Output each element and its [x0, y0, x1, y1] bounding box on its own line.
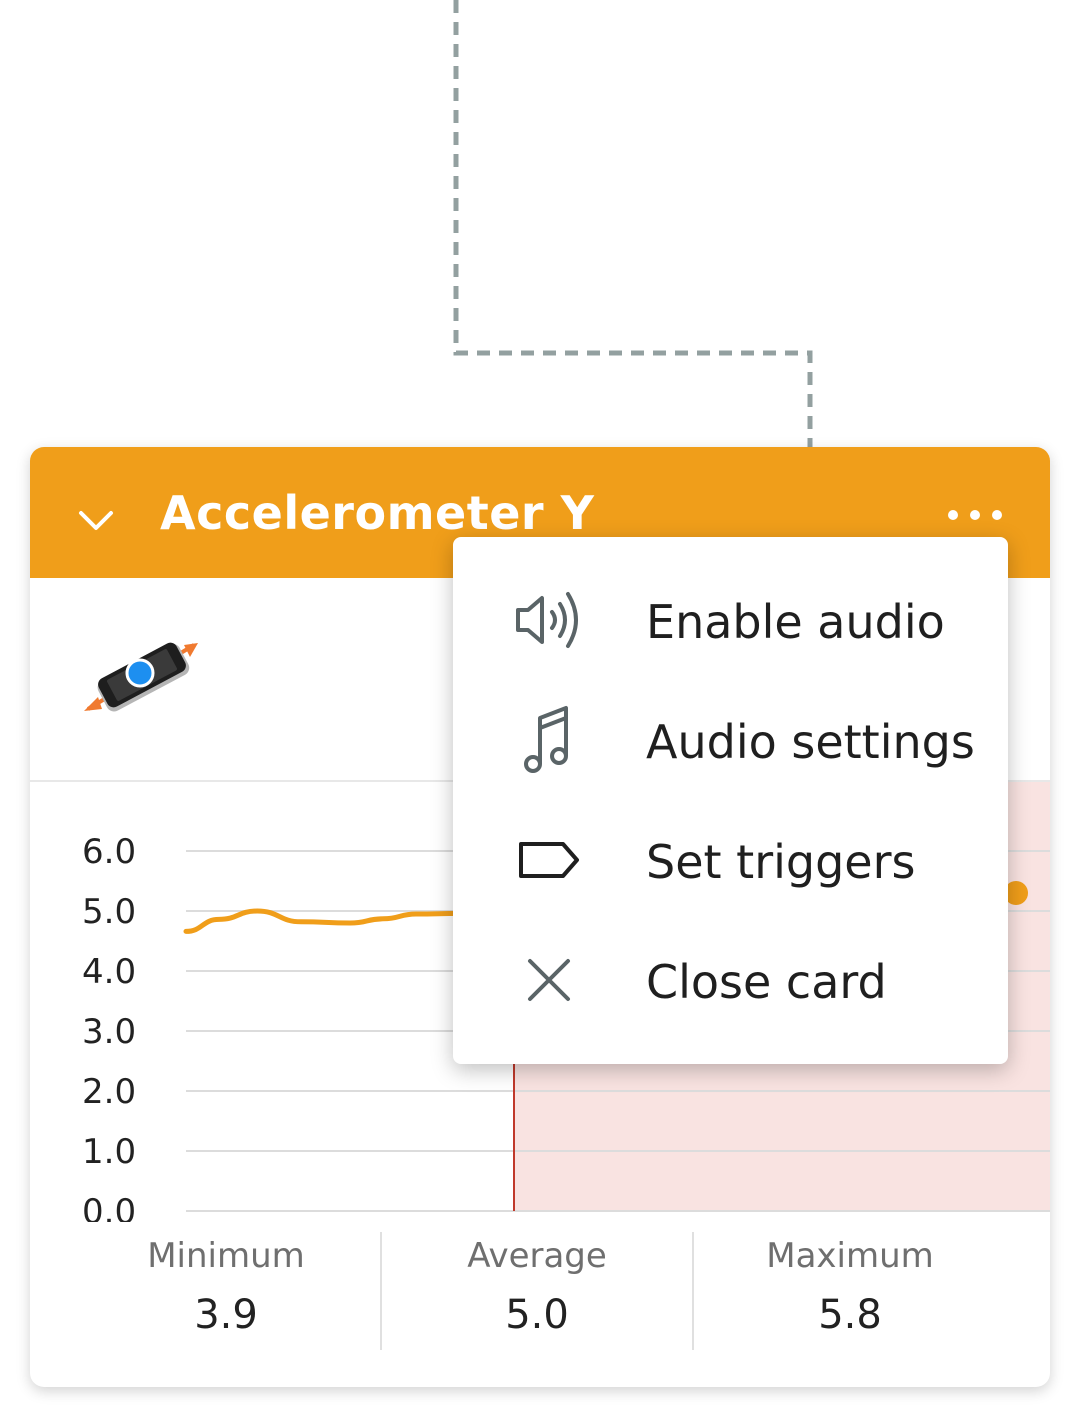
menu-item-enable-audio[interactable]: Enable audio — [453, 562, 1008, 682]
card-options-menu: Enable audio Audio settings Set triggers… — [453, 537, 1008, 1064]
card-title: Accelerometer Y — [160, 486, 595, 540]
menu-item-label: Set triggers — [646, 835, 916, 889]
menu-item-label: Audio settings — [646, 715, 975, 769]
y-tick-label: 6.0 — [82, 832, 136, 872]
menu-item-icon — [513, 584, 585, 656]
more-horizontal-icon — [948, 510, 1002, 520]
y-tick-label: 3.0 — [82, 1012, 136, 1052]
chevron-down-icon — [79, 511, 113, 530]
y-tick-label: 0.0 — [82, 1192, 136, 1222]
menu-item-icon — [513, 704, 585, 776]
menu-item-audio-settings[interactable]: Audio settings — [453, 682, 1008, 802]
stat-average: Average 5.0 — [382, 1227, 692, 1347]
stat-maximum: Maximum 5.8 — [695, 1227, 1005, 1347]
phone-y-axis-icon — [84, 642, 198, 712]
chart-series-line — [183, 908, 463, 934]
music-note-icon — [524, 706, 568, 773]
y-tick-label: 2.0 — [82, 1072, 136, 1112]
stat-minimum-label: Minimum — [147, 1236, 305, 1276]
stat-minimum-value: 3.9 — [194, 1292, 258, 1338]
menu-item-label: Close card — [646, 955, 887, 1009]
stat-maximum-value: 5.8 — [818, 1292, 882, 1338]
collapse-button[interactable] — [70, 495, 122, 547]
y-tick-label: 4.0 — [82, 952, 136, 992]
menu-item-set-triggers[interactable]: Set triggers — [453, 802, 1008, 922]
y-tick-label: 5.0 — [82, 892, 136, 932]
stat-maximum-label: Maximum — [766, 1236, 934, 1276]
more-options-button[interactable] — [935, 495, 1015, 535]
menu-item-close-card[interactable]: Close card — [453, 922, 1008, 1042]
menu-item-icon — [513, 944, 585, 1016]
speaker-icon — [516, 592, 578, 648]
stats-row: Minimum 3.9 Average 5.0 Maximum 5.8 — [30, 1227, 1050, 1350]
connector-line — [453, 0, 813, 447]
close-icon — [528, 959, 570, 1001]
menu-item-label: Enable audio — [646, 595, 945, 649]
y-tick-label: 1.0 — [82, 1132, 136, 1172]
stat-average-value: 5.0 — [505, 1292, 569, 1338]
stat-average-label: Average — [467, 1236, 607, 1276]
stat-separator — [692, 1232, 694, 1350]
label-tag-icon — [519, 842, 579, 878]
stat-minimum: Minimum 3.9 — [71, 1227, 381, 1347]
menu-item-icon — [513, 824, 585, 896]
